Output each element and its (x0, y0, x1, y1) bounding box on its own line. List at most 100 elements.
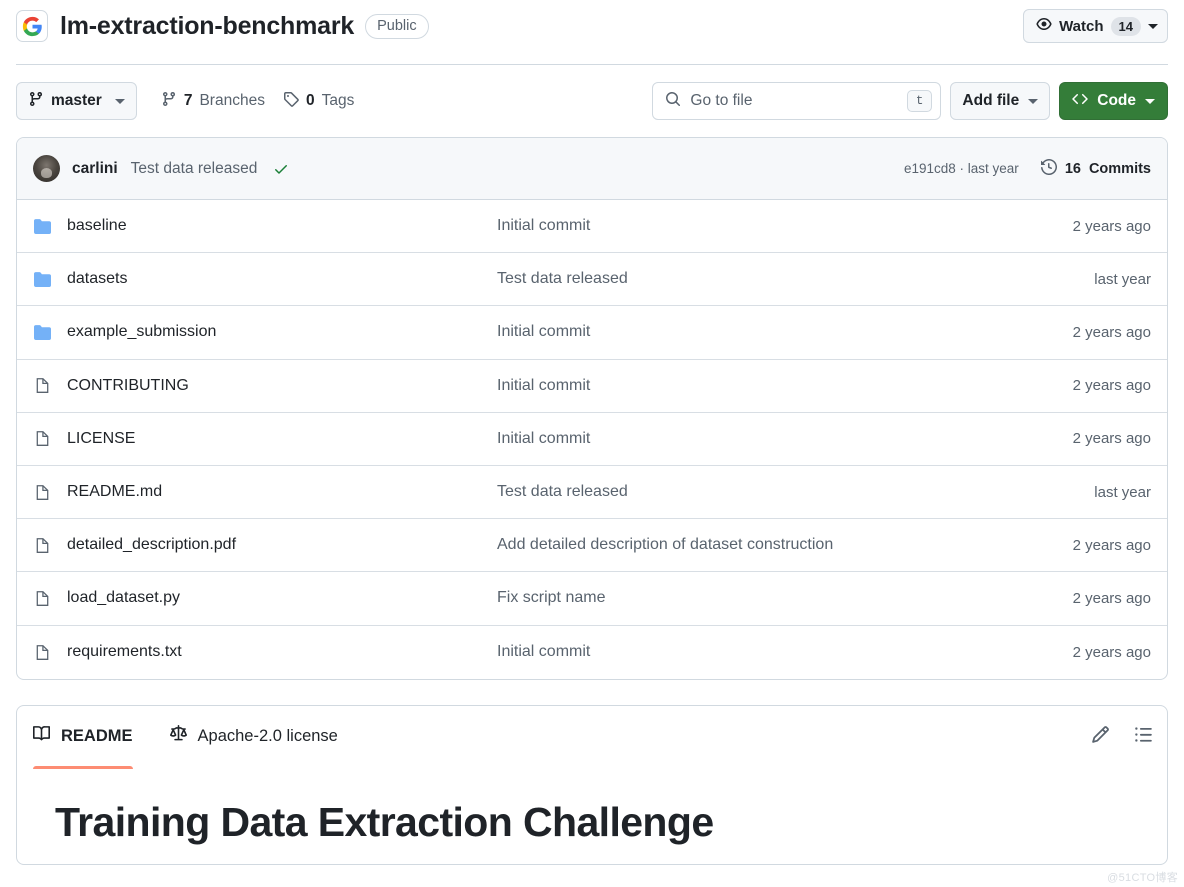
commits-count-label: Commits (1088, 160, 1151, 177)
file-age: 2 years ago (1072, 589, 1151, 607)
commits-count-value: 16 (1064, 160, 1081, 177)
tag-icon (283, 91, 299, 112)
file-commit-message[interactable]: Test data released (497, 483, 1094, 501)
file-age: 2 years ago (1072, 323, 1151, 341)
eye-icon (1036, 16, 1052, 36)
table-row[interactable]: CONTRIBUTING Initial commit 2 years ago (17, 360, 1167, 413)
chevron-down-icon (1148, 23, 1158, 29)
file-name[interactable]: requirements.txt (67, 643, 497, 661)
search-icon (665, 91, 681, 112)
google-g-logo-icon (16, 10, 48, 42)
branches-link[interactable]: 7 Branches (161, 91, 265, 112)
law-scales-icon (169, 725, 187, 747)
tab-readme[interactable]: README (33, 706, 133, 769)
code-label: Code (1097, 92, 1136, 109)
code-button[interactable]: Code (1059, 82, 1168, 120)
folder-icon (33, 271, 51, 288)
watch-label: Watch (1059, 17, 1104, 35)
file-name[interactable]: CONTRIBUTING (67, 377, 497, 395)
commit-hash-time[interactable]: e191cd8 · last year (904, 161, 1019, 176)
watermark: @51CTO博客 (1107, 872, 1178, 884)
list-unordered-icon[interactable] (1134, 725, 1153, 749)
file-commit-message[interactable]: Add detailed description of dataset cons… (497, 536, 1073, 554)
search-placeholder: Go to file (690, 92, 753, 109)
watch-button[interactable]: Watch 14 (1023, 9, 1168, 43)
file-age: 2 years ago (1072, 217, 1151, 235)
file-icon (33, 377, 51, 394)
tab-license-label: Apache-2.0 license (197, 726, 338, 745)
file-commit-message[interactable]: Initial commit (497, 643, 1073, 661)
file-name[interactable]: detailed_description.pdf (67, 536, 497, 554)
file-commit-message[interactable]: Test data released (497, 270, 1094, 288)
file-table: carlini Test data released e191cd8 · las… (16, 137, 1168, 680)
file-icon (33, 537, 51, 554)
chevron-down-icon (1145, 98, 1155, 104)
file-icon (33, 430, 51, 447)
latest-commit-bar: carlini Test data released e191cd8 · las… (17, 138, 1167, 200)
file-age: last year (1094, 483, 1151, 501)
table-row[interactable]: load_dataset.py Fix script name 2 years … (17, 572, 1167, 626)
commits-count-link[interactable]: 16 Commits (1040, 158, 1151, 179)
header-actions: Watch 14 (1023, 9, 1168, 43)
table-row[interactable]: LICENSE Initial commit 2 years ago (17, 413, 1167, 466)
file-name[interactable]: README.md (67, 483, 497, 501)
file-age: 2 years ago (1072, 536, 1151, 554)
commit-author[interactable]: carlini (72, 160, 118, 178)
tags-label: Tags (321, 92, 355, 109)
table-row[interactable]: detailed_description.pdf Add detailed de… (17, 519, 1167, 573)
table-row[interactable]: baseline Initial commit 2 years ago (17, 200, 1167, 254)
folder-icon (33, 324, 51, 341)
tab-license[interactable]: Apache-2.0 license (169, 706, 338, 769)
book-icon (33, 725, 51, 747)
add-file-button[interactable]: Add file (950, 82, 1051, 120)
file-name[interactable]: load_dataset.py (67, 589, 497, 607)
tags-link[interactable]: 0 Tags (283, 91, 354, 112)
file-age: 2 years ago (1072, 430, 1151, 448)
branch-name-label: master (51, 92, 102, 109)
branches-label: Branches (199, 92, 265, 109)
tab-readme-label: README (61, 726, 133, 745)
watch-count-badge: 14 (1110, 16, 1141, 36)
file-commit-message[interactable]: Initial commit (497, 430, 1073, 448)
file-age: last year (1094, 270, 1151, 288)
file-commit-message[interactable]: Initial commit (497, 377, 1073, 395)
file-commit-message[interactable]: Initial commit (497, 323, 1073, 341)
file-icon (33, 590, 51, 607)
table-row[interactable]: requirements.txt Initial commit 2 years … (17, 626, 1167, 679)
file-name[interactable]: example_submission (67, 323, 497, 341)
readme-content: Training Data Extraction Challenge (17, 769, 1167, 846)
file-icon (33, 484, 51, 501)
readme-actions (1091, 725, 1153, 749)
file-age: 2 years ago (1072, 377, 1151, 395)
branch-selector[interactable]: master (16, 82, 137, 120)
file-commit-message[interactable]: Initial commit (497, 217, 1073, 235)
table-row[interactable]: datasets Test data released last year (17, 253, 1167, 307)
pencil-icon[interactable] (1091, 725, 1110, 749)
readme-tabs: README Apache-2.0 license (17, 706, 1167, 769)
code-brackets-icon (1072, 91, 1088, 112)
table-row[interactable]: example_submission Initial commit 2 year… (17, 306, 1167, 360)
folder-icon (33, 218, 51, 235)
repo-toolbar: master 7 Branches 0 Tags Go to file t Ad… (0, 65, 1184, 121)
file-name[interactable]: baseline (67, 217, 497, 235)
repo-page: lm-extraction-benchmark Public Watch 14 (0, 2, 1184, 887)
branches-count: 7 (183, 92, 193, 109)
readme-panel: README Apache-2.0 license Training Data … (16, 704, 1168, 865)
chevron-down-icon (114, 98, 125, 104)
file-commit-message[interactable]: Fix script name (497, 589, 1073, 607)
search-input[interactable]: Go to file t (652, 82, 942, 120)
check-icon[interactable] (273, 161, 289, 177)
avatar[interactable] (33, 155, 60, 182)
chevron-down-icon (1028, 98, 1039, 104)
file-name[interactable]: LICENSE (67, 430, 497, 448)
file-name[interactable]: datasets (67, 270, 497, 288)
add-file-label: Add file (962, 92, 1020, 109)
page-title[interactable]: lm-extraction-benchmark (60, 12, 354, 41)
commit-message[interactable]: Test data released (131, 160, 258, 178)
toolbar-actions: Go to file t Add file Code (652, 82, 1168, 120)
table-row[interactable]: README.md Test data released last year (17, 466, 1167, 520)
visibility-badge: Public (365, 13, 429, 39)
git-branch-icon (28, 91, 44, 112)
history-icon (1040, 158, 1057, 179)
commit-meta: e191cd8 · last year 16 Commits (904, 158, 1151, 179)
